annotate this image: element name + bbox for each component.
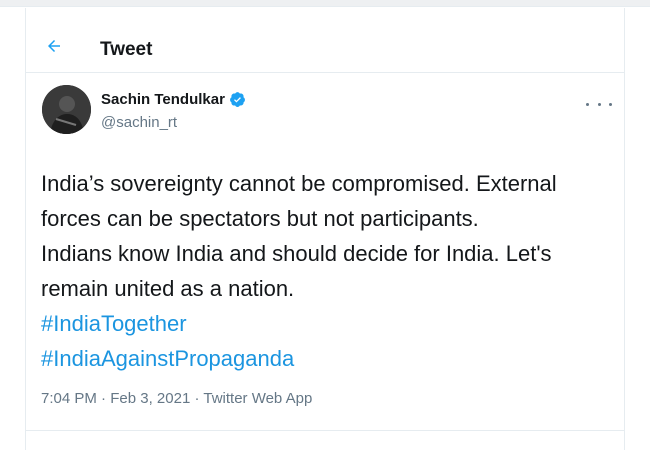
top-divider (0, 0, 650, 7)
tweet-text-line: remain united as a nation. (41, 276, 295, 301)
author-handle[interactable]: @sachin_rt (101, 114, 177, 131)
page-title: Tweet (100, 39, 153, 60)
avatar[interactable] (42, 85, 91, 134)
tweet-source[interactable]: Twitter Web App (203, 390, 312, 407)
tweet-date[interactable]: Feb 3, 2021 (110, 390, 190, 407)
hashtag-link[interactable]: #IndiaTogether (41, 306, 611, 341)
more-options-icon[interactable] (586, 96, 612, 112)
author-name-link[interactable]: Sachin Tendulkar (101, 91, 246, 108)
tweet-panel: Tweet Sachin Tendulkar @sachin_rt India’… (25, 8, 625, 450)
hashtag-link[interactable]: #IndiaAgainstPropaganda (41, 341, 611, 376)
tweet-meta: 7:04 PM · Feb 3, 2021 · Twitter Web App (41, 390, 312, 407)
tweet-text-line: forces can be spectators but not partici… (41, 206, 479, 231)
verified-badge-icon (229, 91, 246, 108)
back-arrow-icon (48, 40, 60, 52)
tweet-text-line: Indians know India and should decide for… (41, 241, 552, 266)
tweet-text-line: India’s sovereignty cannot be compromise… (41, 171, 557, 196)
bottom-divider (26, 430, 624, 431)
avatar-image (42, 85, 91, 134)
tweet-header: Tweet (26, 18, 624, 73)
tweet-time[interactable]: 7:04 PM (41, 390, 97, 407)
author-name: Sachin Tendulkar (101, 91, 225, 108)
back-button[interactable] (40, 32, 68, 60)
meta-separator: · (101, 390, 111, 407)
tweet-body: India’s sovereignty cannot be compromise… (41, 166, 611, 376)
